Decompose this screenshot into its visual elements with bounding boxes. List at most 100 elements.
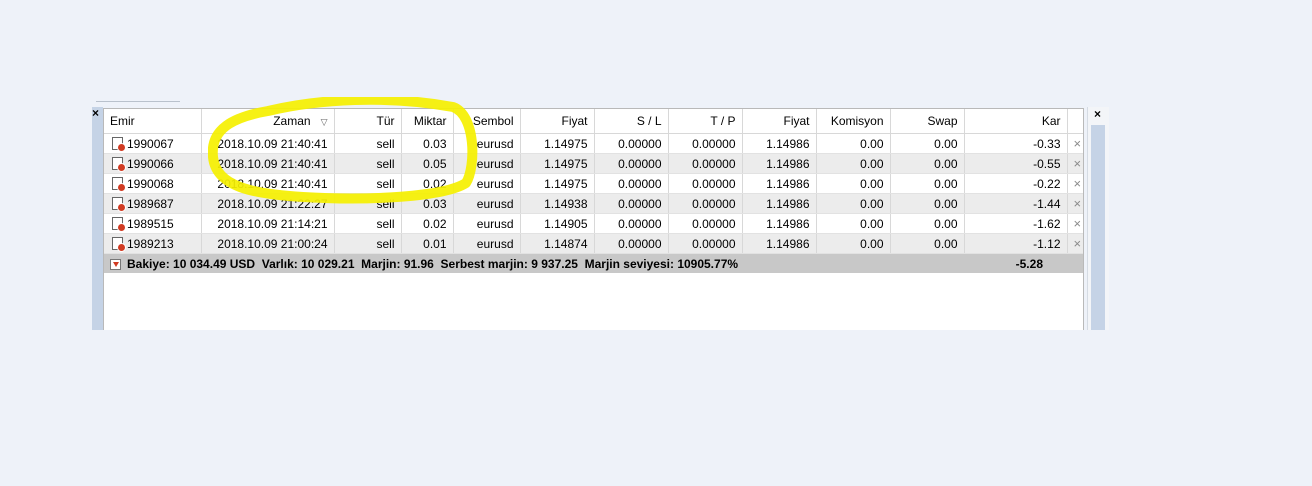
cell-zaman: 2018.10.09 21:40:41 bbox=[201, 173, 335, 194]
cell-sl: 0.00000 bbox=[594, 153, 669, 174]
col-header-emir[interactable]: Emir bbox=[104, 109, 202, 134]
cell-kar: -0.22 bbox=[964, 173, 1068, 194]
cell-fiyat: 1.14938 bbox=[520, 193, 595, 214]
cell-sembol: eurusd bbox=[453, 173, 521, 194]
table-row[interactable]: 1989687 2018.10.09 21:22:27 sell 0.03 eurusd… bbox=[104, 193, 1083, 214]
sell-order-document-icon bbox=[112, 197, 126, 212]
cell-zaman: 2018.10.09 21:14:21 bbox=[201, 213, 335, 234]
order-ticket: 1989213 bbox=[127, 236, 174, 251]
ticket-wrapper: 1990066 bbox=[110, 157, 195, 172]
left-dock-strip bbox=[92, 107, 103, 330]
cell-kar: -0.55 bbox=[964, 153, 1068, 174]
cell-fiyat2: 1.14986 bbox=[742, 173, 817, 194]
cell-emir: 1990068 bbox=[104, 173, 202, 194]
col-header-fiyat-current[interactable]: Fiyat bbox=[742, 109, 817, 134]
cell-emir: 1989515 bbox=[104, 213, 202, 234]
sell-order-document-icon bbox=[112, 217, 126, 232]
cell-tp: 0.00000 bbox=[668, 213, 743, 234]
cell-komisyon: 0.00 bbox=[816, 213, 891, 234]
cell-sembol: eurusd bbox=[453, 193, 521, 214]
col-header-sembol[interactable]: Sembol bbox=[453, 109, 521, 134]
close-window-icon[interactable]: × bbox=[90, 107, 101, 119]
cell-sl: 0.00000 bbox=[594, 173, 669, 194]
cell-sl: 0.00000 bbox=[594, 133, 669, 154]
ticket-wrapper: 1990068 bbox=[110, 176, 195, 192]
table-row[interactable]: 1990068 2018.10.09 21:40:41 sell 0.02 eurusd… bbox=[104, 173, 1083, 194]
col-header-sl[interactable]: S / L bbox=[594, 109, 669, 134]
order-ticket: 1990068 bbox=[127, 176, 174, 191]
col-header-zaman[interactable]: Zaman ▽ bbox=[201, 109, 335, 134]
col-header-swap[interactable]: Swap bbox=[890, 109, 965, 134]
cell-fiyat: 1.14905 bbox=[520, 213, 595, 234]
ticket-wrapper: 1989213 bbox=[110, 236, 195, 252]
col-header-miktar[interactable]: Miktar bbox=[401, 109, 454, 134]
col-header-tp[interactable]: T / P bbox=[668, 109, 743, 134]
close-position-icon[interactable]: × bbox=[1067, 193, 1083, 214]
cell-tp: 0.00000 bbox=[668, 233, 743, 254]
cell-fiyat2: 1.14986 bbox=[742, 193, 817, 214]
sell-order-document-icon bbox=[112, 177, 126, 192]
cell-tur: sell bbox=[334, 173, 402, 194]
cell-swap: 0.00 bbox=[890, 153, 965, 174]
close-position-icon[interactable]: × bbox=[1067, 133, 1083, 154]
summary-spacer bbox=[1067, 253, 1083, 273]
col-header-kar[interactable]: Kar bbox=[964, 109, 1068, 134]
right-dock-strip: × bbox=[1087, 107, 1109, 330]
close-position-icon[interactable]: × bbox=[1067, 153, 1083, 174]
cell-sl: 0.00000 bbox=[594, 193, 669, 214]
cell-tur: sell bbox=[334, 193, 402, 214]
cell-tur: sell bbox=[334, 133, 402, 154]
cell-tp: 0.00000 bbox=[668, 153, 743, 174]
cell-swap: 0.00 bbox=[890, 193, 965, 214]
cell-fiyat: 1.14874 bbox=[520, 233, 595, 254]
cell-sembol: eurusd bbox=[453, 133, 521, 154]
table-row[interactable]: 1990066 2018.10.09 21:40:41 sell 0.05 eurusd… bbox=[104, 153, 1083, 174]
sort-descending-icon: ▽ bbox=[320, 117, 328, 127]
cell-swap: 0.00 bbox=[890, 213, 965, 234]
ticket-wrapper: 1989687 bbox=[110, 197, 195, 212]
cell-zaman: 2018.10.09 21:40:41 bbox=[201, 133, 335, 154]
cell-emir: 1990066 bbox=[104, 153, 202, 174]
account-summary-icon[interactable] bbox=[110, 258, 121, 270]
cell-tp: 0.00000 bbox=[668, 173, 743, 194]
cell-sembol: eurusd bbox=[453, 213, 521, 234]
cell-zaman: 2018.10.09 21:00:24 bbox=[201, 233, 335, 254]
cell-fiyat2: 1.14986 bbox=[742, 133, 817, 154]
cell-fiyat: 1.14975 bbox=[520, 153, 595, 174]
table-row[interactable]: 1989213 2018.10.09 21:00:24 sell 0.01 eurusd… bbox=[104, 233, 1083, 254]
col-header-fiyat[interactable]: Fiyat bbox=[520, 109, 595, 134]
col-header-tur[interactable]: Tür bbox=[334, 109, 402, 134]
cell-komisyon: 0.00 bbox=[816, 173, 891, 194]
cell-fiyat2: 1.14986 bbox=[742, 213, 817, 234]
account-summary-row: Bakiye: 10 034.49 USD Varlık: 10 029.21 … bbox=[104, 253, 1083, 273]
cell-miktar: 0.05 bbox=[401, 153, 454, 174]
order-ticket: 1990067 bbox=[127, 136, 174, 151]
trade-table: Emir Zaman ▽ Tür Miktar Sembol Fiyat S / … bbox=[104, 109, 1083, 273]
cell-tur: sell bbox=[334, 153, 402, 174]
cell-emir: 1990067 bbox=[104, 133, 202, 154]
order-ticket: 1989515 bbox=[127, 216, 174, 231]
cell-miktar: 0.02 bbox=[401, 213, 454, 234]
cell-sl: 0.00000 bbox=[594, 233, 669, 254]
account-summary-total: -5.28 bbox=[964, 253, 1067, 273]
cell-komisyon: 0.00 bbox=[816, 153, 891, 174]
close-position-icon[interactable]: × bbox=[1067, 213, 1083, 234]
cell-zaman: 2018.10.09 21:22:27 bbox=[201, 193, 335, 214]
close-position-icon[interactable]: × bbox=[1067, 173, 1083, 194]
table-header-row: Emir Zaman ▽ Tür Miktar Sembol Fiyat S / … bbox=[104, 109, 1083, 134]
cell-zaman: 2018.10.09 21:40:41 bbox=[201, 153, 335, 174]
sell-order-document-icon bbox=[112, 237, 126, 252]
table-row[interactable]: 1989515 2018.10.09 21:14:21 sell 0.02 eurusd… bbox=[104, 213, 1083, 234]
cell-fiyat: 1.14975 bbox=[520, 133, 595, 154]
close-window-icon[interactable]: × bbox=[1092, 108, 1103, 120]
cell-kar: -1.12 bbox=[964, 233, 1068, 254]
col-header-spacer bbox=[1067, 109, 1083, 134]
cell-swap: 0.00 bbox=[890, 173, 965, 194]
sell-order-document-icon bbox=[112, 137, 126, 152]
table-row[interactable]: 1990067 2018.10.09 21:40:41 sell 0.03 eurusd… bbox=[104, 133, 1083, 154]
ticket-wrapper: 1990067 bbox=[110, 136, 195, 152]
col-header-komisyon[interactable]: Komisyon bbox=[816, 109, 891, 134]
right-dock-bar bbox=[1091, 125, 1105, 330]
close-position-icon[interactable]: × bbox=[1067, 233, 1083, 254]
terminal-trade-panel: Emir Zaman ▽ Tür Miktar Sembol Fiyat S / … bbox=[103, 108, 1084, 330]
